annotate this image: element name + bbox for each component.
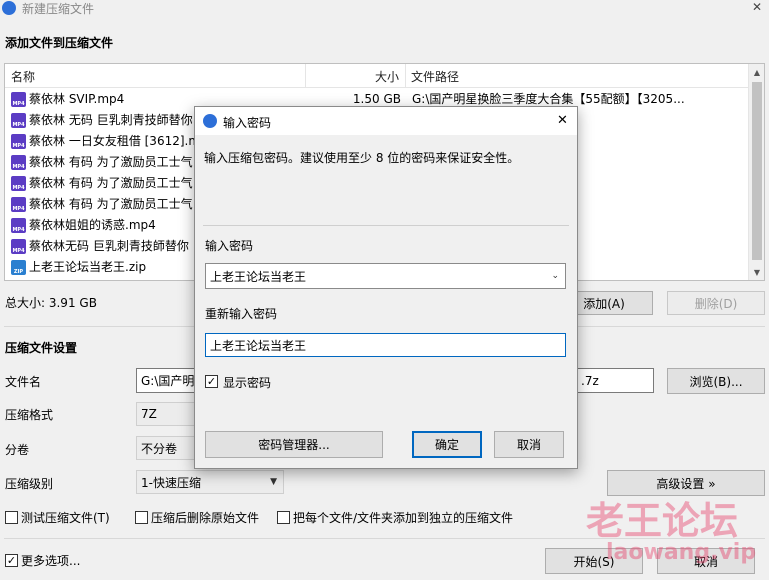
total-size: 总大小: 3.91 GB [5,296,97,310]
level-value: 1-快速压缩 [141,475,201,490]
add-files-section-title: 添加文件到压缩文件 [5,36,114,50]
dialog-titlebar: 输入密码 ✕ [195,107,577,135]
window-title: 新建压缩文件 [22,2,95,16]
repeat-password-label: 重新输入密码 [205,307,278,321]
show-password-checkbox[interactable]: ✓ [205,375,218,388]
file-name: 蔡依林 一日女友租借 [3612].m [29,134,201,148]
scroll-down-arrow-icon[interactable]: ▼ [749,264,764,280]
video-file-icon: MP4 [11,92,26,107]
format-label: 压缩格式 [5,408,54,422]
delete-after-checkbox[interactable] [135,511,148,524]
password-input[interactable]: 上老王论坛当老王 ⌄ [205,263,566,289]
file-name: 蔡依林 无码 巨乳刺青技師替你 [29,113,193,127]
checkmark-icon: ✓ [6,554,17,567]
show-password-label: 显示密码 [223,376,272,390]
separate-archives-label: 把每个文件/文件夹添加到独立的压缩文件 [293,511,514,525]
dialog-cancel-button[interactable]: 取消 [494,431,564,458]
file-list-scrollbar[interactable]: ▲ ▼ [748,64,764,280]
repeat-password-input[interactable]: 上老王论坛当老王 [205,333,566,357]
file-name: 蔡依林无码 巨乳刺青技師替你 [29,239,189,253]
level-label: 压缩级别 [5,477,54,491]
column-size[interactable]: 大小 [305,64,405,88]
column-name[interactable]: 名称 [5,64,305,88]
dialog-description: 输入压缩包密码。建议使用至少 8 位的密码来保证安全性。 [204,151,520,165]
app-icon [2,1,16,15]
file-name: 蔡依林 有码 为了激励员工士气 [29,197,193,211]
dialog-ok-button[interactable]: 确定 [412,431,482,458]
zip-file-icon: ZIP [11,260,26,275]
settings-section-title: 压缩文件设置 [5,341,78,355]
volume-value: 不分卷 [141,441,178,456]
watermark-logo: 老王论坛 [586,499,739,543]
repeat-password-value: 上老王论坛当老王 [210,338,307,353]
format-value: 7Z [141,407,157,421]
filename-label: 文件名 [5,375,42,389]
separate-archives-checkbox[interactable] [277,511,290,524]
browse-button[interactable]: 浏览(B)... [667,368,765,394]
chevron-down-icon[interactable]: ⌄ [551,271,559,281]
file-list-header: 名称 大小 文件路径 [5,64,764,88]
scroll-thumb[interactable] [752,82,762,260]
volume-label: 分卷 [5,443,30,457]
video-file-icon: MP4 [11,197,26,212]
video-file-icon: MP4 [11,134,26,149]
test-archive-label: 测试压缩文件(T) [21,511,110,525]
filename-suffix: .7z [581,373,599,388]
video-file-icon: MP4 [11,176,26,191]
dialog-close-icon[interactable]: ✕ [557,113,568,128]
window-close-button[interactable]: ✕ [752,0,762,14]
dialog-app-icon [203,114,217,128]
video-file-icon: MP4 [11,218,26,233]
watermark-url: laowang.vip [606,540,757,565]
file-name: 蔡依林 有码 为了激励员工士气 [29,155,193,169]
password-value: 上老王论坛当老王 [210,269,307,284]
file-name: 蔡依林姐姐的诱惑.mp4 [29,218,156,232]
file-name: 蔡依林 SVIP.mp4 [29,92,125,106]
password-dialog: 输入密码 ✕ 输入压缩包密码。建议使用至少 8 位的密码来保证安全性。 输入密码… [194,106,578,469]
delete-after-label: 压缩后删除原始文件 [151,511,260,525]
file-name: 蔡依林 有码 为了激励员工士气 [29,176,193,190]
more-options-label[interactable]: 更多选项... [21,552,80,569]
test-archive-checkbox[interactable] [5,511,18,524]
scroll-up-arrow-icon[interactable]: ▲ [749,64,764,80]
level-select[interactable]: 1-快速压缩 ▼ [136,470,284,494]
delete-button[interactable]: 删除(D) [667,291,765,315]
filename-value: G:\国产明 [141,374,195,388]
dialog-title: 输入密码 [223,116,272,130]
password-label: 输入密码 [205,239,254,253]
video-file-icon: MP4 [11,113,26,128]
more-options-checkbox[interactable]: ✓ [5,554,18,567]
checkmark-icon: ✓ [206,375,217,388]
video-file-icon: MP4 [11,155,26,170]
video-file-icon: MP4 [11,239,26,254]
file-name: 上老王论坛当老王.zip [29,260,147,274]
password-manager-button[interactable]: 密码管理器... [205,431,383,458]
chevron-down-icon: ▼ [270,477,277,487]
column-path[interactable]: 文件路径 [405,64,750,88]
